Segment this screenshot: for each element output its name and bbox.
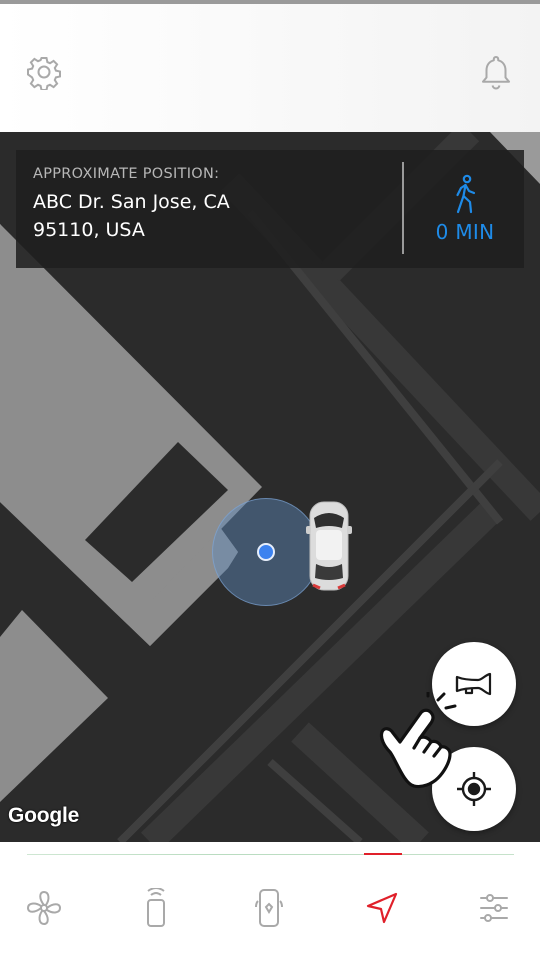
position-caption: APPROXIMATE POSITION: xyxy=(33,166,220,182)
locate-button[interactable] xyxy=(432,747,516,831)
sliders-icon xyxy=(480,894,508,922)
position-info-panel: APPROXIMATE POSITION: ABC Dr. San Jose, … xyxy=(16,150,524,268)
walking-directions-button[interactable]: 0 MIN xyxy=(406,150,524,268)
address: ABC Dr. San Jose, CA 95110, USA xyxy=(33,188,393,244)
settings-button[interactable] xyxy=(24,52,64,92)
google-attribution: Google xyxy=(8,804,80,827)
map-view[interactable]: APPROXIMATE POSITION: ABC Dr. San Jose, … xyxy=(0,132,540,842)
notifications-button[interactable] xyxy=(476,52,516,92)
address-line-2: 95110, USA xyxy=(33,219,145,241)
tab-track-line xyxy=(27,854,514,855)
vehicle-marker-icon xyxy=(306,501,352,591)
phone-key-icon xyxy=(255,889,283,927)
navigation-arrow-icon xyxy=(366,892,398,924)
top-bar xyxy=(0,4,540,132)
tab-remote[interactable] xyxy=(130,882,182,934)
walk-time: 0 MIN xyxy=(435,220,495,244)
horn-icon xyxy=(455,672,492,696)
panel-divider xyxy=(402,162,404,254)
address-line-1: ABC Dr. San Jose, CA xyxy=(33,191,230,213)
bottom-navigation xyxy=(0,842,540,960)
walking-person-icon xyxy=(456,174,476,214)
tab-climate[interactable] xyxy=(18,882,70,934)
location-dot xyxy=(257,543,275,561)
key-fob-icon xyxy=(147,888,165,927)
bell-icon xyxy=(482,56,510,90)
tab-digital-key[interactable] xyxy=(243,882,295,934)
active-tab-indicator xyxy=(364,853,402,855)
tab-navigation[interactable] xyxy=(356,882,408,934)
horn-button[interactable] xyxy=(432,642,516,726)
crosshair-icon xyxy=(457,772,491,806)
fan-icon xyxy=(27,891,61,925)
gear-icon xyxy=(27,57,61,90)
tab-settings[interactable] xyxy=(468,882,520,934)
